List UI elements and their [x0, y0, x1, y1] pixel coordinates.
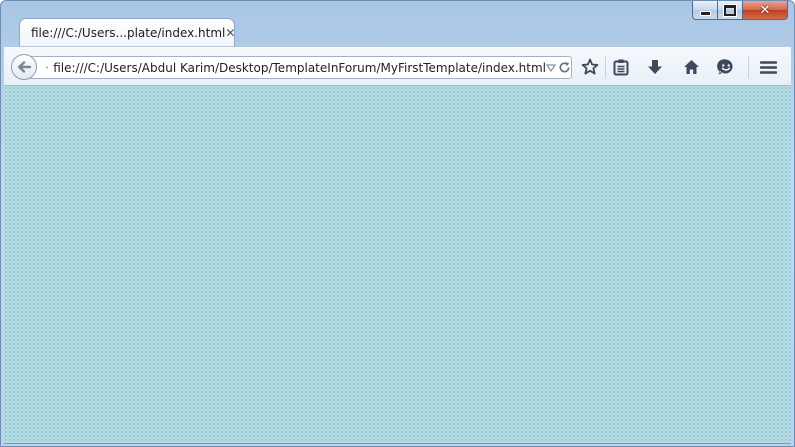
minimize-button[interactable] — [692, 1, 718, 20]
reload-button[interactable] — [558, 61, 571, 74]
tab-active[interactable]: file:///C:/Users...plate/index.html ✕ — [19, 18, 235, 47]
download-icon — [648, 59, 662, 74]
back-button[interactable] — [11, 54, 37, 80]
browser-window: ✕ file:///C:/Users...plate/index.html ✕ … — [0, 0, 795, 447]
dropdown-icon — [546, 63, 556, 72]
toolbar-separator — [605, 56, 606, 78]
page-content[interactable] — [4, 86, 791, 444]
bookmark-star-button[interactable] — [578, 56, 602, 78]
home-button[interactable] — [679, 56, 703, 78]
maximize-icon — [723, 3, 737, 17]
menu-icon — [759, 60, 777, 74]
toolbar-separator — [748, 56, 749, 78]
reload-icon — [559, 61, 570, 73]
back-arrow-icon — [18, 61, 31, 73]
navigation-toolbar: file:///C:/Users/Abdul Karim/Desktop/Tem… — [4, 46, 791, 86]
tab-title: file:///C:/Users...plate/index.html — [31, 26, 226, 40]
star-icon — [581, 58, 599, 75]
close-window-button[interactable]: ✕ — [743, 1, 788, 20]
hello-icon — [717, 59, 733, 75]
hello-button[interactable] — [714, 56, 738, 78]
globe-icon — [46, 66, 49, 69]
reading-list-icon — [613, 59, 629, 75]
reading-list-button[interactable] — [609, 56, 633, 78]
menu-button[interactable] — [756, 56, 780, 78]
tab-close-icon[interactable]: ✕ — [225, 26, 235, 40]
close-icon: ✕ — [759, 2, 771, 18]
caption-buttons: ✕ — [692, 1, 788, 20]
maximize-button[interactable] — [718, 1, 743, 20]
url-dropdown-button[interactable] — [546, 63, 556, 72]
url-text[interactable]: file:///C:/Users/Abdul Karim/Desktop/Tem… — [53, 61, 546, 75]
url-bar[interactable]: file:///C:/Users/Abdul Karim/Desktop/Tem… — [26, 56, 572, 79]
downloads-button[interactable] — [643, 56, 667, 78]
minimize-icon — [699, 10, 711, 16]
home-icon — [683, 60, 699, 74]
